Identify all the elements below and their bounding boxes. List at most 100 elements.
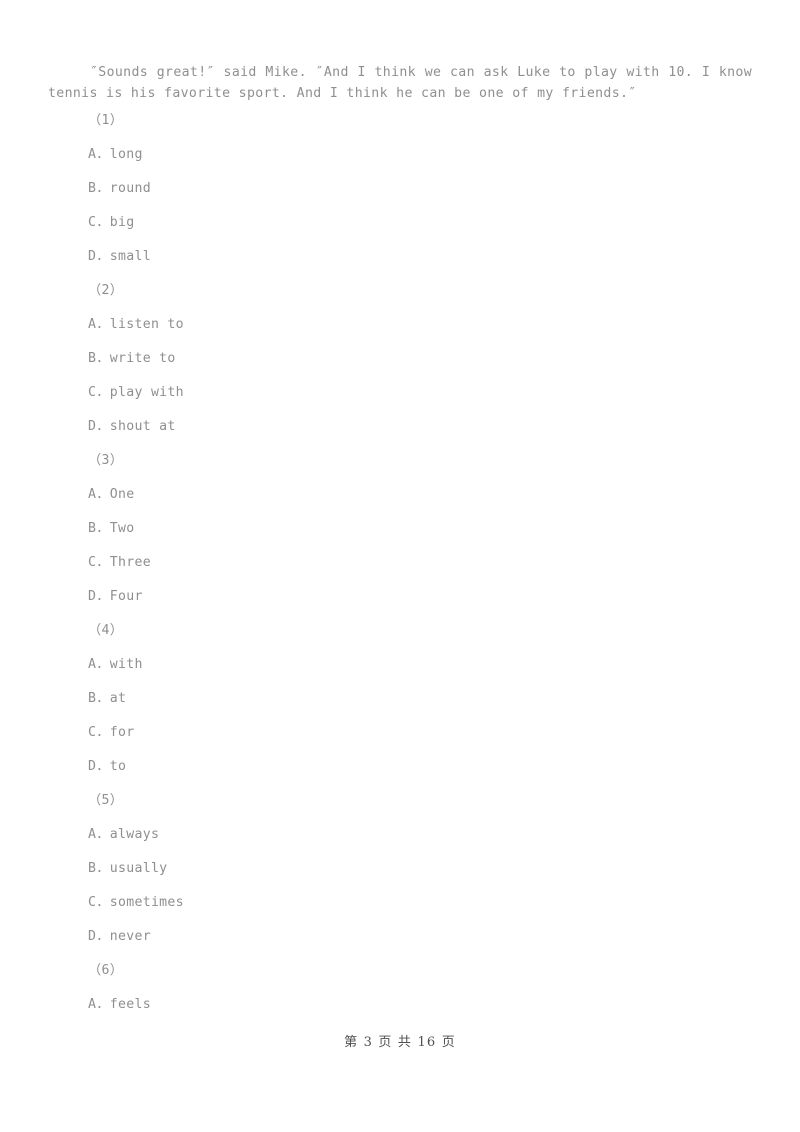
- answer-option[interactable]: D．small: [0, 240, 800, 274]
- option-separator: ．: [96, 487, 110, 502]
- option-text: Four: [109, 589, 143, 604]
- option-text: long: [109, 147, 143, 162]
- question-number: （3）: [88, 453, 124, 468]
- option-separator: ．: [96, 929, 110, 944]
- option-separator: ．: [96, 419, 110, 434]
- option-separator: ．: [96, 181, 110, 196]
- option-letter: C: [88, 555, 97, 570]
- option-text: to: [109, 759, 127, 774]
- option-separator: ．: [96, 861, 110, 876]
- question-number: （6）: [88, 963, 124, 978]
- option-separator: ．: [96, 249, 110, 264]
- answer-option[interactable]: D．shout at: [0, 410, 800, 444]
- question-group: （1） A．long B．round C．big D．small: [0, 104, 800, 274]
- option-text: with: [109, 657, 143, 672]
- option-letter: B: [88, 351, 97, 366]
- option-separator: ．: [96, 521, 110, 536]
- option-text: feels: [109, 997, 151, 1012]
- answer-option[interactable]: B．at: [0, 682, 800, 716]
- option-letter: A: [88, 147, 97, 162]
- option-separator: ．: [96, 691, 110, 706]
- option-letter: D: [88, 419, 97, 434]
- option-text: Three: [109, 555, 151, 570]
- question-number: （4）: [88, 623, 124, 638]
- document-page: ″Sounds great!″ said Mike. ″And I think …: [0, 0, 800, 1132]
- answer-option[interactable]: B．usually: [0, 852, 800, 886]
- answer-option[interactable]: C．for: [0, 716, 800, 750]
- option-letter: B: [88, 181, 97, 196]
- option-separator: ．: [96, 147, 110, 162]
- option-letter: D: [88, 759, 97, 774]
- answer-option[interactable]: A．with: [0, 648, 800, 682]
- option-text: small: [109, 249, 151, 264]
- option-text: always: [109, 827, 160, 842]
- option-letter: A: [88, 827, 97, 842]
- passage-paragraph: ″Sounds great!″ said Mike. ″And I think …: [48, 65, 752, 102]
- question-number: （2）: [88, 283, 124, 298]
- option-letter: C: [88, 895, 97, 910]
- question-list: （1） A．long B．round C．big D．small （2） A．listen …: [0, 104, 800, 1022]
- question-group: （6） A．feels: [0, 954, 800, 1022]
- option-letter: A: [88, 317, 97, 332]
- option-text: play with: [109, 385, 184, 400]
- option-text: One: [109, 487, 135, 502]
- option-text: write to: [109, 351, 176, 366]
- option-letter: C: [88, 215, 97, 230]
- option-text: round: [109, 181, 151, 196]
- option-letter: A: [88, 487, 97, 502]
- answer-option[interactable]: A．long: [0, 138, 800, 172]
- question-number: （1）: [88, 113, 124, 128]
- question-group: （5） A．always B．usually C．sometimes D．never: [0, 784, 800, 954]
- question-number: （5）: [88, 793, 124, 808]
- answer-option[interactable]: D．never: [0, 920, 800, 954]
- option-text: shout at: [109, 419, 176, 434]
- option-separator: ．: [96, 997, 110, 1012]
- option-letter: C: [88, 725, 97, 740]
- option-letter: C: [88, 385, 97, 400]
- option-separator: ．: [96, 895, 110, 910]
- option-letter: B: [88, 691, 97, 706]
- answer-option[interactable]: A．One: [0, 478, 800, 512]
- option-separator: ．: [96, 215, 110, 230]
- option-separator: ．: [96, 385, 110, 400]
- answer-option[interactable]: C．sometimes: [0, 886, 800, 920]
- page-footer: 第 3 页 共 16 页: [344, 1035, 456, 1050]
- answer-option[interactable]: C．Three: [0, 546, 800, 580]
- option-separator: ．: [96, 827, 110, 842]
- option-separator: ．: [96, 351, 110, 366]
- answer-option[interactable]: A．listen to: [0, 308, 800, 342]
- option-text: usually: [109, 861, 168, 876]
- option-letter: A: [88, 997, 97, 1012]
- answer-option[interactable]: A．feels: [0, 988, 800, 1022]
- option-text: at: [109, 691, 127, 706]
- option-letter: B: [88, 521, 97, 536]
- option-separator: ．: [96, 725, 110, 740]
- option-separator: ．: [96, 589, 110, 604]
- answer-option[interactable]: D．to: [0, 750, 800, 784]
- option-letter: D: [88, 249, 97, 264]
- answer-option[interactable]: B．round: [0, 172, 800, 206]
- answer-option[interactable]: D．Four: [0, 580, 800, 614]
- option-text: listen to: [109, 317, 184, 332]
- option-separator: ．: [96, 555, 110, 570]
- option-letter: D: [88, 589, 97, 604]
- option-letter: B: [88, 861, 97, 876]
- question-group: （2） A．listen to B．write to C．play with D．sho…: [0, 274, 800, 444]
- answer-option[interactable]: B．Two: [0, 512, 800, 546]
- question-group: （4） A．with B．at C．for D．to: [0, 614, 800, 784]
- answer-option[interactable]: A．always: [0, 818, 800, 852]
- option-text: Two: [109, 521, 135, 536]
- option-text: for: [109, 725, 135, 740]
- option-text: never: [109, 929, 151, 944]
- answer-option[interactable]: C．play with: [0, 376, 800, 410]
- answer-option[interactable]: C．big: [0, 206, 800, 240]
- option-text: big: [109, 215, 135, 230]
- option-letter: A: [88, 657, 97, 672]
- option-text: sometimes: [109, 895, 184, 910]
- answer-option[interactable]: B．write to: [0, 342, 800, 376]
- option-letter: D: [88, 929, 97, 944]
- option-separator: ．: [96, 657, 110, 672]
- question-group: （3） A．One B．Two C．Three D．Four: [0, 444, 800, 614]
- option-separator: ．: [96, 759, 110, 774]
- option-separator: ．: [96, 317, 110, 332]
